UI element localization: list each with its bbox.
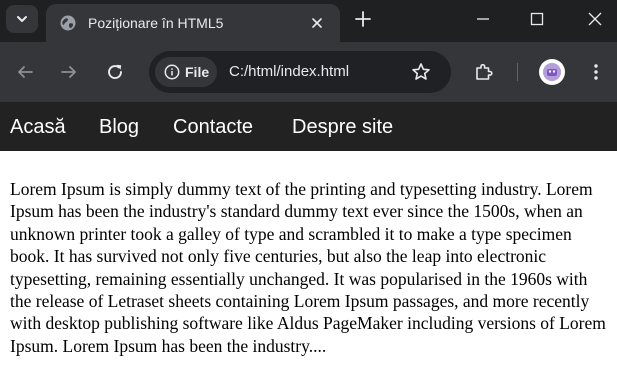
profile-avatar[interactable] — [539, 59, 565, 85]
kebab-menu-icon[interactable] — [586, 62, 606, 82]
extensions-icon[interactable] — [474, 62, 494, 82]
plus-icon[interactable] — [354, 10, 372, 28]
globe-icon — [60, 15, 76, 31]
back-arrow-icon[interactable] — [15, 62, 35, 82]
nav-link-blog[interactable]: Blog — [99, 115, 139, 139]
tab-search-button[interactable] — [6, 5, 38, 33]
body-paragraph: Lorem Ipsum is simply dummy text of the … — [10, 179, 606, 356]
star-icon[interactable] — [411, 62, 431, 82]
forward-arrow-icon[interactable] — [59, 62, 79, 82]
nav-link-about[interactable]: Despre site — [292, 115, 393, 139]
chevron-down-icon — [17, 16, 27, 22]
browser-tab-active[interactable]: Poziționare în HTML5 — [46, 4, 340, 42]
tab-title: Poziționare în HTML5 — [88, 15, 224, 31]
address-bar[interactable]: File C:/html/index.html — [149, 51, 451, 93]
close-icon[interactable] — [309, 15, 325, 31]
toolbar-divider — [517, 63, 518, 81]
profile-avatar-icon — [543, 63, 561, 81]
reload-icon[interactable] — [105, 62, 125, 82]
minimize-icon[interactable] — [474, 10, 492, 28]
main-content: Lorem Ipsum is simply dummy text of the … — [10, 178, 610, 357]
url-text[interactable]: C:/html/index.html — [229, 63, 349, 81]
maximize-icon[interactable] — [528, 10, 546, 28]
nav-link-home[interactable]: Acasă — [10, 115, 66, 139]
info-icon — [164, 64, 180, 80]
browser-toolbar: File C:/html/index.html — [0, 42, 617, 102]
site-navigation: Acasă Blog Contacte Despre site — [0, 102, 617, 151]
nav-link-contact[interactable]: Contacte — [173, 115, 253, 139]
browser-tabstrip: Poziționare în HTML5 — [0, 0, 617, 42]
site-info-chip[interactable]: File — [155, 57, 217, 87]
site-info-label: File — [185, 64, 210, 80]
close-icon[interactable] — [586, 10, 604, 28]
